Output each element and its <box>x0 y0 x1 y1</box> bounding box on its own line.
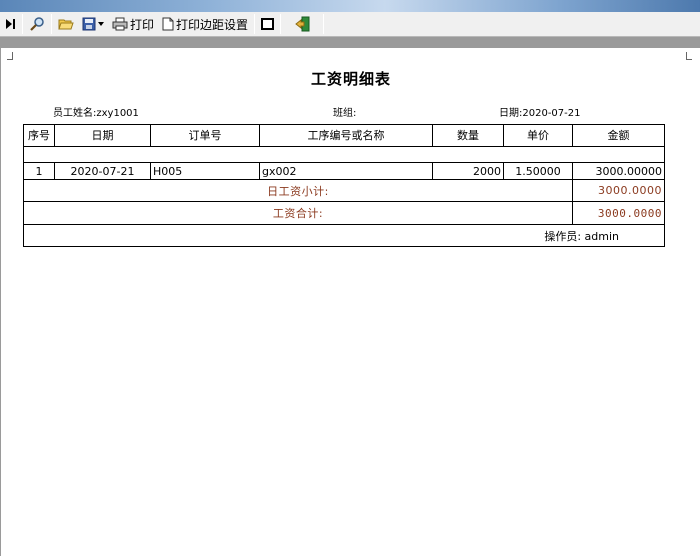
column-header: 数量 <box>432 124 504 147</box>
operator-row: 操作员: admin <box>23 224 665 247</box>
margin-settings-button[interactable]: 打印边距设置 <box>158 14 252 35</box>
daily-subtotal-value: 3000.0000 <box>572 179 665 202</box>
margin-settings-label: 打印边距设置 <box>176 17 249 32</box>
folder-open-icon <box>58 19 74 30</box>
salary-total-row: 工资合计: 3000.0000 <box>23 201 665 225</box>
group-spacer-row <box>23 146 665 163</box>
window-button[interactable] <box>257 14 278 35</box>
table-row: 1 2020-07-21 H005 gx002 2000 1.50000 300… <box>23 162 665 180</box>
salary-total-label: 工资合计: <box>23 201 573 225</box>
row-quantity: 2000 <box>432 162 504 180</box>
last-page-icon <box>6 19 15 29</box>
print-button[interactable]: 打印 <box>108 14 158 35</box>
row-process: gx002 <box>259 162 433 180</box>
team-label: 班组: <box>333 108 357 119</box>
print-label: 打印 <box>130 17 155 32</box>
salary-detail-table: 序号 日期 订单号 工序编号或名称 数量 单价 金额 1 2020-07-21 … <box>23 124 665 247</box>
report-date: 日期:2020-07-21 <box>499 108 581 119</box>
preview-background <box>0 37 700 48</box>
window-title-strip <box>0 0 700 12</box>
exit-door-icon <box>295 16 310 32</box>
column-header: 日期 <box>54 124 151 147</box>
dropdown-arrow-icon[interactable] <box>98 22 104 26</box>
save-button[interactable] <box>78 14 108 35</box>
employee-name: 员工姓名:zxy1001 <box>53 108 139 119</box>
magnifier-icon <box>30 17 44 31</box>
toolbar-separator <box>280 14 282 34</box>
toolbar-separator <box>22 14 23 34</box>
open-button[interactable] <box>54 14 78 35</box>
row-amount: 3000.00000 <box>572 162 665 180</box>
toolbar-separator <box>323 14 325 34</box>
daily-subtotal-label: 日工资小计: <box>23 179 573 202</box>
column-header: 序号 <box>23 124 55 147</box>
printer-icon <box>112 17 128 31</box>
zoom-button[interactable] <box>25 14 49 35</box>
row-unit-price: 1.50000 <box>503 162 573 180</box>
column-header: 工序编号或名称 <box>259 124 433 147</box>
exit-button[interactable] <box>291 14 315 35</box>
page-icon <box>162 17 174 31</box>
margin-corner-mark <box>7 52 13 60</box>
window-frame-icon <box>261 18 275 30</box>
toolbar-separator <box>51 14 52 34</box>
salary-total-value: 3000.0000 <box>572 201 665 225</box>
row-date: 2020-07-21 <box>54 162 151 180</box>
toolbar: 打印 打印边距设置 <box>0 12 700 37</box>
report-title: 工资明细表 <box>310 70 391 88</box>
row-index: 1 <box>23 162 55 180</box>
column-header: 单价 <box>503 124 573 147</box>
column-header: 订单号 <box>150 124 260 147</box>
last-page-button[interactable] <box>0 14 20 35</box>
margin-corner-mark <box>686 52 692 60</box>
daily-subtotal-row: 日工资小计: 3000.0000 <box>23 179 665 202</box>
toolbar-separator <box>254 14 256 34</box>
table-header-row: 序号 日期 订单号 工序编号或名称 数量 单价 金额 <box>23 124 665 147</box>
operator-label: 操作员: admin <box>23 224 665 247</box>
row-order-no: H005 <box>150 162 260 180</box>
column-header: 金额 <box>572 124 665 147</box>
floppy-disk-icon <box>82 17 96 31</box>
report-page: 工资明细表 员工姓名:zxy1001 班组: 日期:2020-07-21 序号 … <box>0 48 700 556</box>
